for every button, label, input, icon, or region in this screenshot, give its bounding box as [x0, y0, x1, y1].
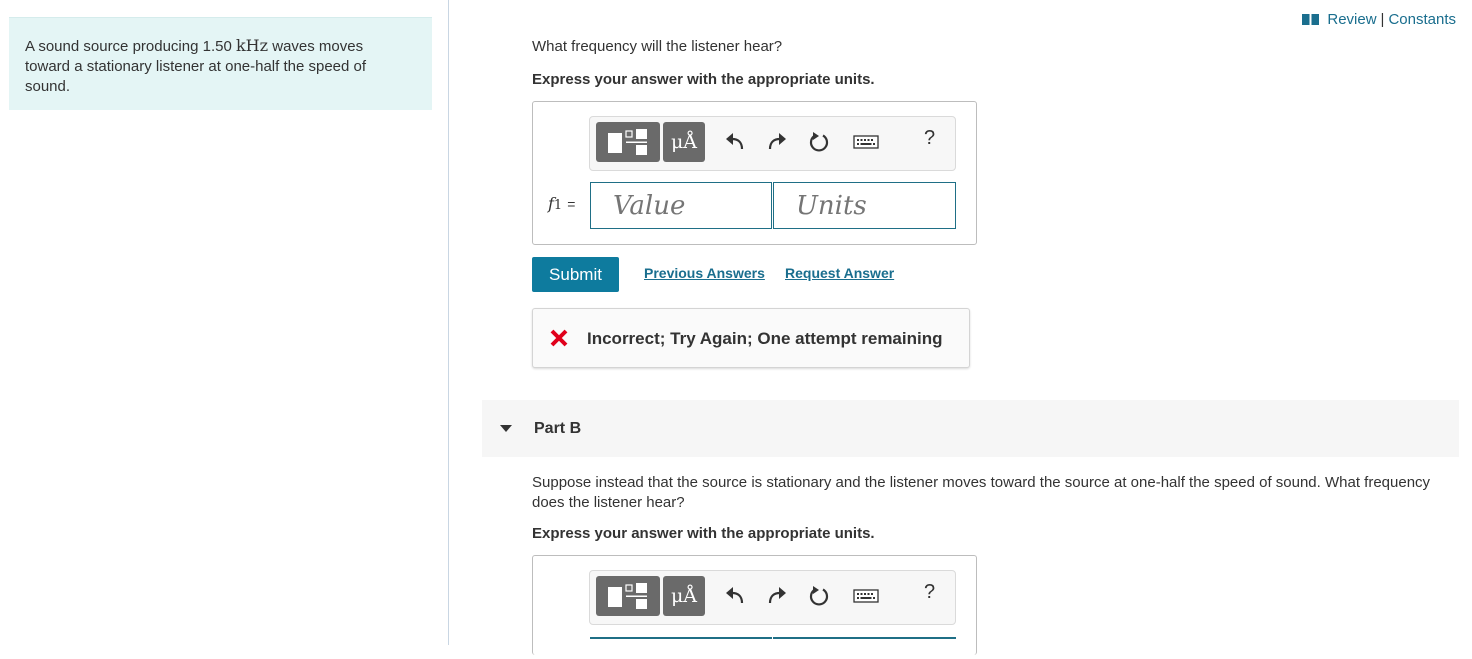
help-button-b[interactable]: ?: [924, 581, 935, 604]
column-divider: [448, 0, 449, 645]
undo-button[interactable]: [722, 129, 748, 155]
keyboard-icon: [853, 135, 879, 149]
error-x-icon: [550, 329, 568, 347]
units-input[interactable]: [773, 182, 956, 229]
redo-icon: [768, 133, 786, 150]
review-link[interactable]: Review: [1327, 11, 1376, 28]
units-button[interactable]: μÅ: [663, 122, 705, 162]
value-input-b[interactable]: [590, 637, 772, 659]
math-toolbar: μÅ ?: [589, 116, 956, 171]
math-toolbar-b: μÅ ?: [589, 570, 956, 625]
undo-icon: [726, 587, 744, 604]
constants-link[interactable]: Constants: [1388, 11, 1456, 28]
help-button[interactable]: ?: [924, 127, 935, 150]
units-button-b[interactable]: μÅ: [663, 576, 705, 616]
feedback-message: Incorrect; Try Again; One attempt remain…: [587, 329, 943, 348]
undo-button-b[interactable]: [722, 583, 748, 609]
reset-button[interactable]: [806, 129, 832, 155]
redo-button-b[interactable]: [764, 583, 790, 609]
part-b-answer-box: μÅ ?: [532, 555, 977, 655]
part-a-answer-box: μÅ ? f1 = Value Units: [532, 101, 977, 245]
reset-icon: [809, 132, 829, 152]
book-icon: [1302, 14, 1320, 25]
templates-icon: [608, 583, 647, 609]
problem-statement: A sound source producing 1.50 kHz waves …: [25, 36, 367, 95]
reset-button-b[interactable]: [806, 583, 832, 609]
undo-icon: [726, 133, 744, 150]
value-input[interactable]: [590, 182, 772, 229]
previous-answers-link[interactable]: Previous Answers: [644, 265, 765, 281]
redo-button[interactable]: [764, 129, 790, 155]
templates-icon: [608, 129, 647, 155]
keyboard-button[interactable]: [852, 129, 880, 155]
part-a-instruction: Express your answer with the appropriate…: [532, 71, 875, 88]
keyboard-button-b[interactable]: [852, 583, 880, 609]
review-constants-links: Review | Constants: [1302, 11, 1456, 28]
redo-icon: [768, 587, 786, 604]
part-b-question: Suppose instead that the source is stati…: [532, 474, 1431, 511]
feedback-box: Incorrect; Try Again; One attempt remain…: [532, 308, 970, 368]
keyboard-icon: [853, 589, 879, 603]
part-b-header[interactable]: Part B: [482, 400, 1459, 457]
part-a-question: What frequency will the listener hear?: [532, 38, 783, 55]
templates-button-b[interactable]: [596, 576, 660, 616]
templates-button[interactable]: [596, 122, 660, 162]
submit-button[interactable]: Submit: [532, 257, 619, 292]
caret-down-icon: [500, 425, 512, 432]
part-b-instruction: Express your answer with the appropriate…: [532, 525, 875, 542]
reset-icon: [809, 586, 829, 606]
answer-variable-label: f1 =: [548, 194, 576, 213]
frequency-unit: kHz: [235, 36, 269, 55]
link-separator: |: [1380, 11, 1385, 28]
request-answer-link[interactable]: Request Answer: [785, 265, 894, 281]
units-input-b[interactable]: [773, 637, 956, 659]
part-b-title: Part B: [534, 420, 582, 437]
